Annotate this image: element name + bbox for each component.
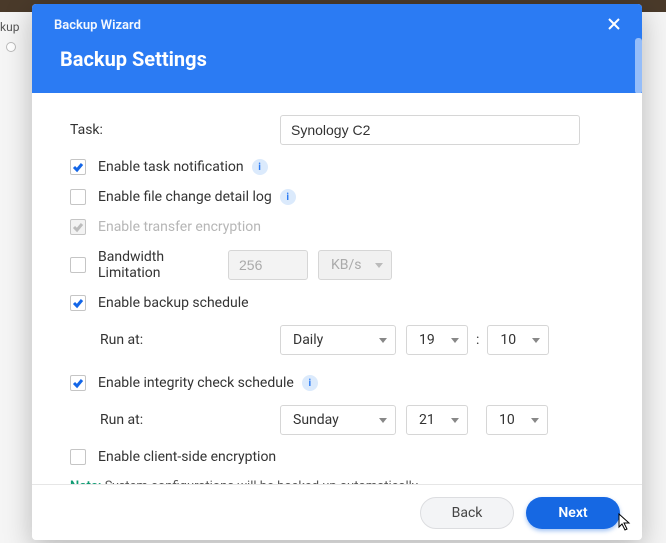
chevron-down-icon: [532, 338, 540, 343]
check-icon: [72, 377, 84, 389]
info-icon[interactable]: i: [252, 159, 268, 175]
integrity-hour-value: 21: [419, 412, 435, 428]
enable-changelog-checkbox[interactable]: [70, 189, 86, 205]
schedule-runat-label: Run at:: [100, 332, 280, 348]
enable-integrity-label: Enable integrity check schedule: [98, 375, 294, 391]
bandwidth-limitation-checkbox[interactable]: [70, 257, 86, 273]
integrity-hour-select[interactable]: 21: [406, 405, 468, 435]
schedule-minute-select[interactable]: 10: [487, 325, 549, 355]
chevron-down-icon: [379, 418, 387, 423]
close-button[interactable]: [606, 16, 628, 38]
background-decor-circle: [6, 42, 16, 52]
backup-wizard-modal: Backup Wizard Backup Settings Task: Enab…: [32, 4, 642, 540]
schedule-frequency-select[interactable]: Daily: [280, 325, 396, 355]
back-button[interactable]: Back: [420, 497, 514, 529]
enable-notification-checkbox[interactable]: [70, 159, 86, 175]
enable-transfer-encryption-label: Enable transfer encryption: [98, 219, 261, 235]
info-icon[interactable]: i: [302, 375, 318, 391]
background-tab-label: kup: [0, 20, 19, 34]
schedule-runat-row: Run at: Daily 19 : 10: [100, 325, 612, 355]
integrity-day-value: Sunday: [293, 412, 339, 428]
modal-body: Task: Enable task notification i Enable …: [32, 93, 642, 502]
bandwidth-value-input: [228, 250, 308, 280]
task-name-input[interactable]: [280, 115, 580, 145]
enable-notification-label: Enable task notification: [98, 159, 244, 175]
integrity-runat-label: Run at:: [100, 412, 280, 428]
enable-transfer-encryption-checkbox: [70, 219, 86, 235]
check-icon: [72, 297, 84, 309]
check-icon: [72, 161, 84, 173]
task-label: Task:: [70, 122, 280, 138]
next-button[interactable]: Next: [526, 497, 620, 529]
enable-integrity-checkbox[interactable]: [70, 375, 86, 391]
schedule-hour-select[interactable]: 19: [406, 325, 468, 355]
transfer-encryption-row: Enable transfer encryption: [70, 219, 612, 235]
enable-client-encryption-checkbox[interactable]: [70, 449, 86, 465]
bandwidth-limitation-label: Bandwidth Limitation: [98, 249, 228, 281]
time-colon: :: [476, 332, 479, 348]
wizard-name: Backup Wizard: [54, 18, 620, 33]
schedule-row: Enable backup schedule: [70, 295, 612, 311]
page-title: Backup Settings: [60, 47, 620, 71]
schedule-hour-value: 19: [419, 332, 435, 348]
integrity-row: Enable integrity check schedule i: [70, 375, 612, 391]
schedule-minute-value: 10: [500, 332, 516, 348]
enable-changelog-label: Enable file change detail log: [98, 189, 272, 205]
check-icon: [72, 221, 84, 233]
integrity-runat-row: Run at: Sunday 21 10: [100, 405, 612, 435]
scrollbar-thumb[interactable]: [635, 38, 642, 94]
enable-client-encryption-label: Enable client-side encryption: [98, 449, 276, 465]
enable-schedule-label: Enable backup schedule: [98, 295, 249, 311]
bandwidth-unit-value: KB/s: [331, 257, 362, 273]
client-encrypt-row: Enable client-side encryption: [70, 449, 612, 465]
chevron-down-icon: [451, 418, 459, 423]
bandwidth-row: Bandwidth Limitation KB/s: [70, 249, 612, 281]
modal-footer: Back Next: [32, 484, 642, 540]
notify-row: Enable task notification i: [70, 159, 612, 175]
close-icon: [606, 16, 622, 32]
integrity-minute-value: 10: [499, 412, 515, 428]
integrity-day-select[interactable]: Sunday: [280, 405, 396, 435]
info-icon[interactable]: i: [280, 189, 296, 205]
chevron-down-icon: [531, 418, 539, 423]
task-row: Task:: [70, 115, 612, 145]
schedule-frequency-value: Daily: [293, 332, 323, 348]
enable-schedule-checkbox[interactable]: [70, 295, 86, 311]
chevron-down-icon: [379, 338, 387, 343]
bandwidth-unit-select: KB/s: [318, 250, 392, 280]
cursor-icon: [618, 513, 634, 533]
chevron-down-icon: [451, 338, 459, 343]
changelog-row: Enable file change detail log i: [70, 189, 612, 205]
chevron-down-icon: [375, 263, 383, 268]
modal-header: Backup Wizard Backup Settings: [32, 4, 642, 93]
integrity-minute-select[interactable]: 10: [486, 405, 548, 435]
